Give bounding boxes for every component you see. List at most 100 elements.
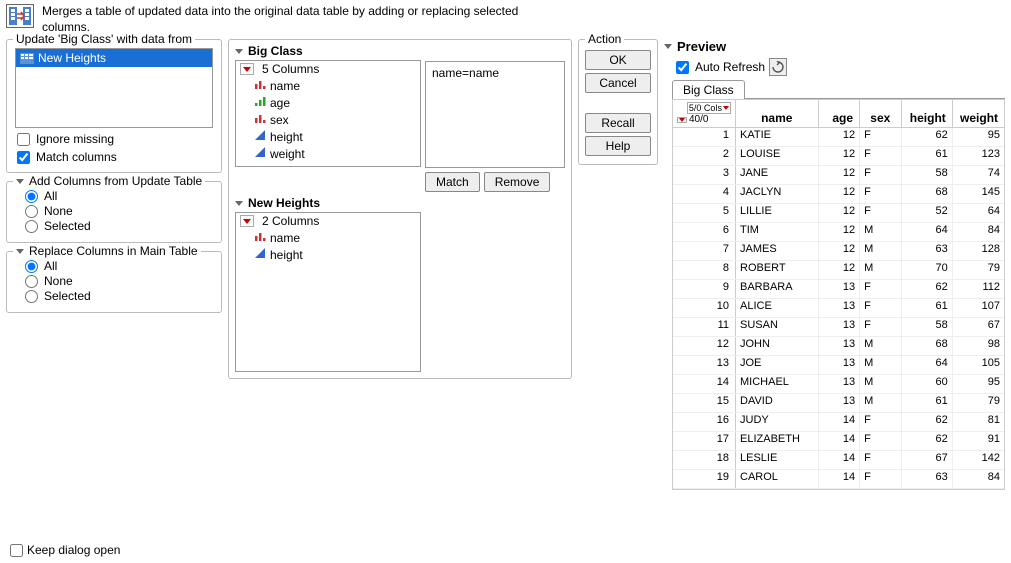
source-tables-list[interactable]: New Heights [15, 48, 213, 128]
row-number[interactable]: 7 [673, 242, 736, 260]
cell-height[interactable]: 63 [902, 242, 953, 260]
cell-weight[interactable]: 95 [953, 375, 1004, 393]
row-number[interactable]: 19 [673, 470, 736, 488]
cell-weight[interactable]: 95 [953, 128, 1004, 146]
cell-weight[interactable]: 79 [953, 261, 1004, 279]
cell-sex[interactable]: F [860, 451, 901, 469]
table-row[interactable]: 2LOUISE12F61123 [673, 147, 1004, 166]
match-button[interactable]: Match [425, 172, 480, 192]
tab-big-class[interactable]: Big Class [672, 80, 745, 99]
cell-sex[interactable]: F [860, 318, 901, 336]
cell-age[interactable]: 12 [819, 147, 860, 165]
table-row[interactable]: 15DAVID13M6179 [673, 394, 1004, 413]
ignore-missing-checkbox[interactable]: Ignore missing [15, 132, 213, 146]
cell-name[interactable]: ELIZABETH [736, 432, 819, 450]
cell-age[interactable]: 13 [819, 394, 860, 412]
cell-weight[interactable]: 84 [953, 223, 1004, 241]
cell-name[interactable]: ROBERT [736, 261, 819, 279]
row-number[interactable]: 8 [673, 261, 736, 279]
auto-refresh-checkbox[interactable]: Auto Refresh [674, 60, 765, 74]
column-item[interactable]: height [236, 246, 420, 263]
cell-sex[interactable]: F [860, 470, 901, 488]
cell-sex[interactable]: M [860, 356, 901, 374]
table-row[interactable]: 11SUSAN13F5867 [673, 318, 1004, 337]
table-row[interactable]: 10ALICE13F61107 [673, 299, 1004, 318]
cell-height[interactable]: 68 [902, 185, 953, 203]
row-number[interactable]: 1 [673, 128, 736, 146]
cell-weight[interactable]: 145 [953, 185, 1004, 203]
cell-name[interactable]: ALICE [736, 299, 819, 317]
table-row[interactable]: 6TIM12M6484 [673, 223, 1004, 242]
cell-name[interactable]: LESLIE [736, 451, 819, 469]
help-button[interactable]: Help [585, 136, 651, 156]
cell-height[interactable]: 58 [902, 166, 953, 184]
cell-weight[interactable]: 79 [953, 394, 1004, 412]
cell-weight[interactable]: 128 [953, 242, 1004, 260]
source-table-item[interactable]: New Heights [16, 49, 212, 67]
cell-age[interactable]: 13 [819, 299, 860, 317]
col-header-sex[interactable]: sex [860, 100, 901, 127]
cell-weight[interactable]: 142 [953, 451, 1004, 469]
big-class-columns-list[interactable]: 5 Columns nameagesexheightweight [235, 60, 421, 167]
cell-name[interactable]: JAMES [736, 242, 819, 260]
cell-name[interactable]: LILLIE [736, 204, 819, 222]
replace-selected-radio[interactable]: Selected [23, 289, 213, 303]
cell-name[interactable]: JOE [736, 356, 819, 374]
cell-name[interactable]: JOHN [736, 337, 819, 355]
cell-sex[interactable]: F [860, 204, 901, 222]
table-row[interactable]: 8ROBERT12M7079 [673, 261, 1004, 280]
replace-all-radio[interactable]: All [23, 259, 213, 273]
match-columns-input[interactable] [17, 151, 30, 164]
cell-age[interactable]: 14 [819, 451, 860, 469]
col-header-height[interactable]: height [902, 100, 953, 127]
cell-height[interactable]: 61 [902, 147, 953, 165]
column-item[interactable]: name [236, 77, 420, 94]
cell-age[interactable]: 14 [819, 432, 860, 450]
replace-none-radio[interactable]: None [23, 274, 213, 288]
cell-sex[interactable]: M [860, 223, 901, 241]
table-row[interactable]: 5LILLIE12F5264 [673, 204, 1004, 223]
cell-age[interactable]: 12 [819, 185, 860, 203]
cell-age[interactable]: 12 [819, 204, 860, 222]
cell-height[interactable]: 62 [902, 413, 953, 431]
cell-weight[interactable]: 98 [953, 337, 1004, 355]
column-item[interactable]: weight [236, 145, 420, 162]
cell-sex[interactable]: M [860, 337, 901, 355]
cell-name[interactable]: DAVID [736, 394, 819, 412]
table-row[interactable]: 17ELIZABETH14F6291 [673, 432, 1004, 451]
cell-weight[interactable]: 105 [953, 356, 1004, 374]
table-row[interactable]: 16JUDY14F6281 [673, 413, 1004, 432]
cell-age[interactable]: 12 [819, 242, 860, 260]
add-selected-radio[interactable]: Selected [23, 219, 213, 233]
cell-sex[interactable]: M [860, 375, 901, 393]
match-columns-checkbox[interactable]: Match columns [15, 150, 213, 164]
row-number[interactable]: 14 [673, 375, 736, 393]
cell-height[interactable]: 70 [902, 261, 953, 279]
cell-name[interactable]: JUDY [736, 413, 819, 431]
row-number[interactable]: 16 [673, 413, 736, 431]
cell-sex[interactable]: F [860, 299, 901, 317]
cell-sex[interactable]: F [860, 432, 901, 450]
table-row[interactable]: 13JOE13M64105 [673, 356, 1004, 375]
cell-height[interactable]: 62 [902, 432, 953, 450]
cell-height[interactable]: 62 [902, 280, 953, 298]
cell-name[interactable]: SUSAN [736, 318, 819, 336]
recall-button[interactable]: Recall [585, 113, 651, 133]
cell-weight[interactable]: 112 [953, 280, 1004, 298]
table-row[interactable]: 12JOHN13M6898 [673, 337, 1004, 356]
cell-weight[interactable]: 123 [953, 147, 1004, 165]
cell-height[interactable]: 68 [902, 337, 953, 355]
table-row[interactable]: 7JAMES12M63128 [673, 242, 1004, 261]
keep-dialog-open-checkbox[interactable]: Keep dialog open [10, 543, 120, 557]
cell-height[interactable]: 61 [902, 299, 953, 317]
column-item[interactable]: age [236, 94, 420, 111]
table-row[interactable]: 4JACLYN12F68145 [673, 185, 1004, 204]
refresh-icon[interactable] [769, 58, 787, 76]
cell-name[interactable]: JACLYN [736, 185, 819, 203]
cell-weight[interactable]: 74 [953, 166, 1004, 184]
column-item[interactable]: sex [236, 111, 420, 128]
cell-weight[interactable]: 67 [953, 318, 1004, 336]
add-columns-legend[interactable]: Add Columns from Update Table [13, 174, 205, 188]
table-row[interactable]: 9BARBARA13F62112 [673, 280, 1004, 299]
table-row[interactable]: 18LESLIE14F67142 [673, 451, 1004, 470]
